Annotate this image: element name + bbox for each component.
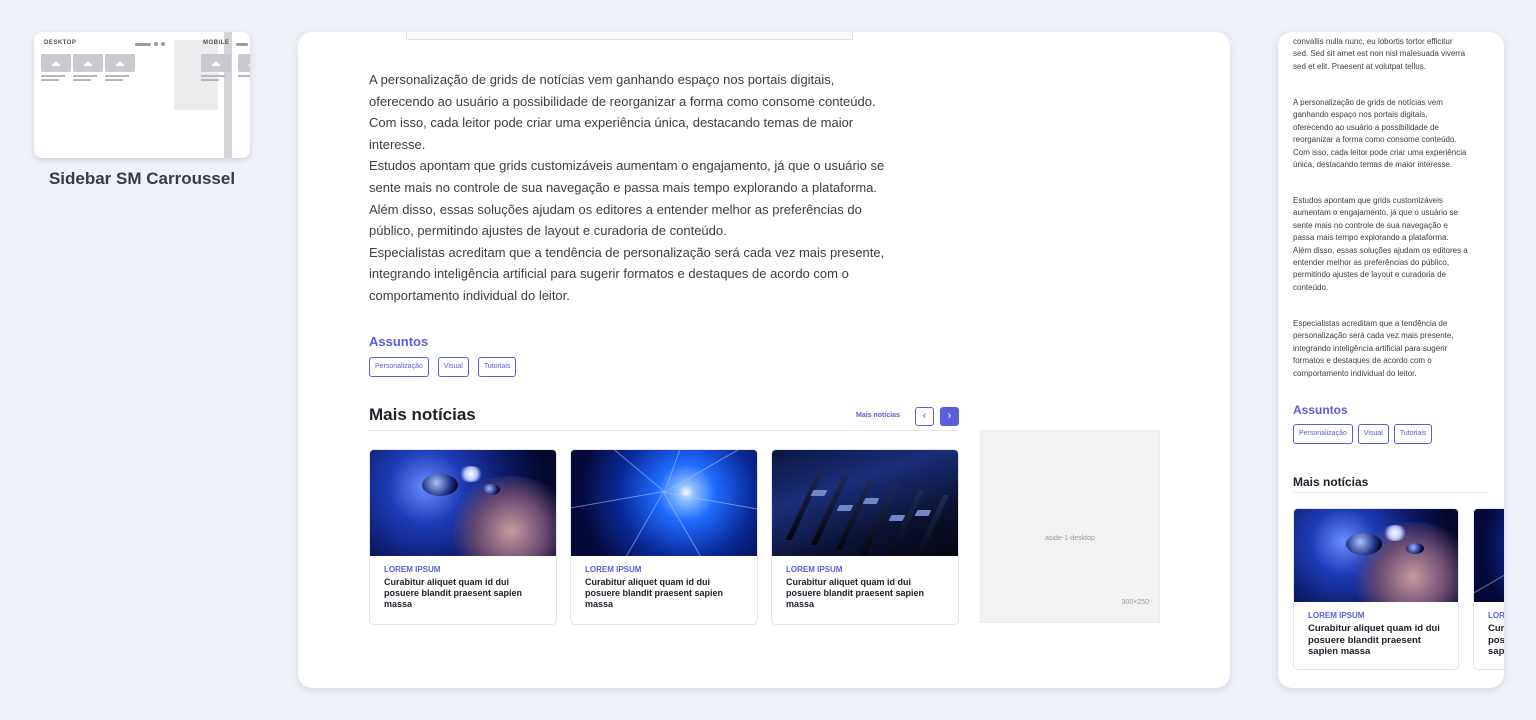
thumb-line xyxy=(73,79,91,81)
carousel-prev-button[interactable]: ‹ xyxy=(915,407,934,426)
mobile-tag-list: Personalização Visual Tutoriais xyxy=(1293,424,1433,444)
thumb-line xyxy=(105,75,129,77)
mobile-paragraph: Especialistas acreditam que a tendência … xyxy=(1293,319,1454,378)
news-image xyxy=(1474,509,1504,602)
top-bar xyxy=(406,32,853,40)
news-category: LOREM IPSUM xyxy=(384,565,441,574)
news-title[interactable]: Curabitur aliquet quam id dui posuere bl… xyxy=(384,577,542,610)
thumb-image-icon xyxy=(41,54,71,72)
mobile-assuntos-title: Assuntos xyxy=(1293,403,1348,417)
carousel-next-button[interactable]: › xyxy=(940,407,959,426)
thumb-image-icon xyxy=(73,54,103,72)
layout-thumbnail[interactable]: DESKTOP MOBILE xyxy=(34,32,250,158)
mobile-label: MOBILE xyxy=(203,40,230,46)
desktop-preview: A personalização de grids de notícias ve… xyxy=(298,32,1230,688)
thumb-line xyxy=(105,79,123,81)
news-category: LOREM IPSUM xyxy=(1488,611,1504,620)
thumb-image-icon xyxy=(105,54,135,72)
news-card[interactable]: LOREM IPSUM Curabitur aliquet quam id du… xyxy=(570,449,758,625)
tag-tutoriais[interactable]: Tutoriais xyxy=(477,357,517,377)
desktop-label: DESKTOP xyxy=(44,40,77,46)
news-category: LOREM IPSUM xyxy=(786,565,843,574)
aside-ad-slot: aside-1-desktop 300×250 xyxy=(980,430,1160,623)
tag-tutoriais[interactable]: Tutoriais xyxy=(1393,424,1433,444)
chevron-left-icon: ‹ xyxy=(922,410,927,422)
tag-visual[interactable]: Visual xyxy=(1357,424,1389,444)
article-paragraph: A personalização de grids de notícias ve… xyxy=(369,72,885,303)
thumb-image-icon xyxy=(201,54,231,72)
thumb-pill xyxy=(236,43,248,46)
tag-visual[interactable]: Visual xyxy=(437,357,469,377)
thumb-line xyxy=(201,79,219,81)
ad-slot-size: 300×250 xyxy=(1121,599,1149,606)
news-image xyxy=(1294,509,1458,602)
news-title[interactable]: Curabitur aliquet quam id dui posuere bl… xyxy=(585,577,743,610)
tag-personalizacao[interactable]: Personalização xyxy=(369,357,429,377)
news-title[interactable]: Curabitur aliquet quam id dui posuere bl… xyxy=(1308,623,1444,658)
section-divider xyxy=(1293,492,1489,493)
thumb-dot xyxy=(161,42,165,46)
thumb-dot xyxy=(154,42,158,46)
assuntos-title: Assuntos xyxy=(369,334,429,349)
news-card[interactable]: LOREM IPSUM Curabitur aliquet quam id du… xyxy=(771,449,959,625)
news-image xyxy=(370,450,556,556)
ad-slot-name: aside-1-desktop xyxy=(1045,535,1095,542)
article-body: A personalização de grids de notícias ve… xyxy=(369,69,889,307)
mobile-paragraph: A personalização de grids de notícias ve… xyxy=(1293,98,1467,170)
thumb-divider xyxy=(224,32,232,158)
mais-noticias-title: Mais notícias xyxy=(369,405,476,424)
news-category: LOREM IPSUM xyxy=(585,565,642,574)
mobile-preview: convallis nulla nunc, eu lobortis tortor… xyxy=(1278,32,1504,688)
thumbnail-caption: Sidebar SM Carroussel xyxy=(48,169,236,188)
tag-personalizacao[interactable]: Personalização xyxy=(1293,424,1353,444)
mobile-paragraph: Estudos apontam que grids customizáveis … xyxy=(1293,196,1468,292)
thumb-pill xyxy=(135,43,151,46)
news-card[interactable]: LOREM IPSUM Curabitur aliquet quam id du… xyxy=(1293,508,1459,670)
thumb-line xyxy=(238,75,250,77)
news-card[interactable]: LOREM IPSUM Curabitur aliquet quam id du… xyxy=(369,449,557,625)
chevron-right-icon: › xyxy=(947,410,952,422)
mobile-mais-noticias-title: Mais notícias xyxy=(1293,475,1369,489)
news-image xyxy=(571,450,757,556)
thumb-line xyxy=(201,75,225,77)
news-image xyxy=(772,450,958,556)
thumb-image-icon xyxy=(238,54,250,72)
news-title[interactable]: Curabitur aliquet quam id dui posuere bl… xyxy=(1488,623,1504,658)
news-category: LOREM IPSUM xyxy=(1308,611,1365,620)
thumb-line xyxy=(41,75,65,77)
news-title[interactable]: Curabitur aliquet quam id dui posuere bl… xyxy=(786,577,944,610)
mobile-paragraph: convallis nulla nunc, eu lobortis tortor… xyxy=(1293,37,1466,71)
tag-list: Personalização Visual Tutoriais xyxy=(369,357,517,377)
thumb-line xyxy=(73,75,97,77)
section-divider xyxy=(369,430,959,431)
mais-noticias-link[interactable]: Mais notícias xyxy=(856,412,900,419)
thumb-line xyxy=(41,79,59,81)
news-card[interactable]: LOREM IPSUM Curabitur aliquet quam id du… xyxy=(1473,508,1504,670)
